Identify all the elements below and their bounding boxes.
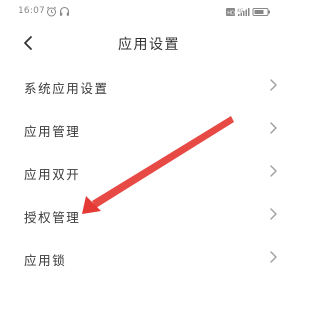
settings-item-label: 应用管理 bbox=[24, 124, 81, 139]
signal-icon: 4G bbox=[237, 8, 250, 16]
settings-item-label: 应用双开 bbox=[24, 167, 81, 182]
header: 应用设置 bbox=[0, 26, 298, 62]
hd-icon: HD bbox=[226, 8, 235, 16]
status-right-icons: HD 4G bbox=[226, 8, 270, 16]
alarm-icon bbox=[46, 6, 57, 17]
settings-item-label: 应用锁 bbox=[24, 253, 67, 268]
settings-item-permission-management[interactable]: 授权管理 bbox=[0, 193, 298, 236]
chevron-right-icon bbox=[270, 208, 277, 220]
settings-item-label: 授权管理 bbox=[24, 210, 81, 225]
battery-icon bbox=[252, 8, 270, 16]
svg-text:4G: 4G bbox=[237, 8, 244, 14]
chevron-right-icon bbox=[270, 79, 277, 91]
settings-item-app-lock[interactable]: 应用锁 bbox=[0, 236, 298, 279]
page-title: 应用设置 bbox=[118, 37, 180, 53]
svg-text:HD: HD bbox=[227, 10, 235, 16]
settings-item-app-twin[interactable]: 应用双开 bbox=[0, 150, 298, 193]
settings-list: 系统应用设置 应用管理 应用双开 授权管理 应用锁 bbox=[0, 64, 298, 279]
settings-item-system-apps[interactable]: 系统应用设置 bbox=[0, 64, 298, 107]
headphones-icon bbox=[59, 6, 70, 16]
settings-item-label: 系统应用设置 bbox=[24, 81, 109, 96]
chevron-right-icon bbox=[270, 165, 277, 177]
status-time: 16:07 bbox=[18, 6, 45, 16]
status-bar: 16:07 HD 4G bbox=[0, 0, 298, 26]
chevron-right-icon bbox=[270, 122, 277, 134]
chevron-right-icon bbox=[270, 251, 277, 263]
settings-item-app-management[interactable]: 应用管理 bbox=[0, 107, 298, 150]
